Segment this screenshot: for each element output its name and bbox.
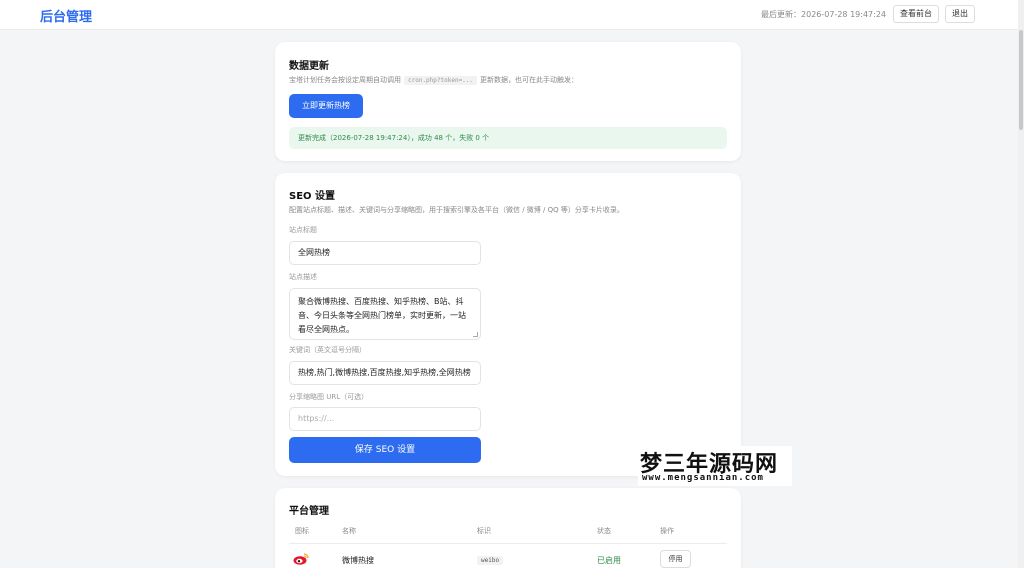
site-title-label: 站点标题 bbox=[289, 226, 317, 234]
table-divider bbox=[289, 543, 727, 544]
thumb-url-input[interactable]: https://... bbox=[289, 407, 481, 431]
save-seo-button[interactable]: 保存 SEO 设置 bbox=[289, 437, 481, 463]
col-header-action: 操作 bbox=[660, 527, 674, 535]
platforms-title: 平台管理 bbox=[289, 506, 329, 517]
disable-platform-button[interactable]: 停用 bbox=[660, 550, 691, 568]
site-desc-label: 站点描述 bbox=[289, 273, 317, 281]
data-update-desc-prefix: 宝塔计划任务会按设定周期自动调用 bbox=[289, 76, 401, 84]
watermark-en: www.mengsannian.com bbox=[642, 473, 764, 483]
col-header-icon: 图标 bbox=[295, 527, 309, 535]
platform-status: 已启用 bbox=[597, 556, 621, 565]
platform-name: 微博热搜 bbox=[342, 556, 374, 565]
seo-title: SEO 设置 bbox=[289, 191, 336, 202]
cron-code: cron.php?token=... bbox=[404, 76, 478, 85]
view-front-button[interactable]: 查看前台 bbox=[893, 5, 939, 23]
seo-desc: 配置站点标题、描述、关键词与分享缩略图，用于搜索引擎及各平台（微信 / 微博 /… bbox=[289, 206, 624, 214]
site-desc-textarea[interactable]: 聚合微博热搜、百度热搜、知乎热榜、B站、抖音、今日头条等全网热门榜单，实时更新，… bbox=[289, 288, 481, 340]
data-update-card: 数据更新 宝塔计划任务会按设定周期自动调用 cron.php?token=... 更… bbox=[275, 42, 741, 161]
data-update-title: 数据更新 bbox=[289, 61, 329, 72]
top-bar: 后台管理 最后更新：2026-07-28 19:47:24 查看前台 退出 bbox=[0, 0, 1024, 30]
site-desc-value: 聚合微博热搜、百度热搜、知乎热榜、B站、抖音、今日头条等全网热门榜单，实时更新，… bbox=[298, 297, 466, 334]
resize-grip-icon[interactable] bbox=[473, 332, 478, 337]
last-update-text: 最后更新：2026-07-28 19:47:24 bbox=[761, 10, 886, 19]
brand-title[interactable]: 后台管理 bbox=[40, 6, 92, 25]
seo-card: SEO 设置 配置站点标题、描述、关键词与分享缩略图，用于搜索引擎及各平台（微信… bbox=[275, 173, 741, 476]
update-now-button[interactable]: 立即更新热榜 bbox=[289, 94, 363, 118]
page-scrollbar[interactable] bbox=[1018, 0, 1024, 568]
logout-button[interactable]: 退出 bbox=[945, 5, 975, 23]
scrollbar-thumb[interactable] bbox=[1019, 30, 1023, 130]
keywords-input[interactable]: 热榜,热门,微博热搜,百度热搜,知乎热榜,全网热榜 bbox=[289, 361, 481, 385]
col-header-name: 名称 bbox=[342, 527, 356, 535]
data-update-desc-suffix: 更新数据，也可在此手动触发： bbox=[480, 76, 579, 84]
col-header-key: 标识 bbox=[477, 527, 491, 535]
keywords-label: 关键词（英文逗号分隔） bbox=[289, 346, 366, 354]
weibo-icon bbox=[293, 553, 309, 565]
thumb-url-label: 分享缩略图 URL（可选） bbox=[289, 393, 369, 401]
col-header-status: 状态 bbox=[597, 527, 611, 535]
platforms-card: 平台管理 图标 名称 标识 状态 操作 微博热搜 weibo 已启用 停用 bbox=[275, 488, 741, 568]
update-status-notice: 更新完成（2026-07-28 19:47:24），成功 48 个，失败 0 个 bbox=[289, 127, 727, 149]
data-update-desc: 宝塔计划任务会按设定周期自动调用 cron.php?token=... 更新数据，也… bbox=[289, 75, 578, 85]
platform-key: weibo bbox=[477, 556, 504, 565]
site-title-input[interactable]: 全网热榜 bbox=[289, 241, 481, 265]
watermark-logo: 梦三年源码网 www.mengsannian.com bbox=[638, 446, 792, 486]
